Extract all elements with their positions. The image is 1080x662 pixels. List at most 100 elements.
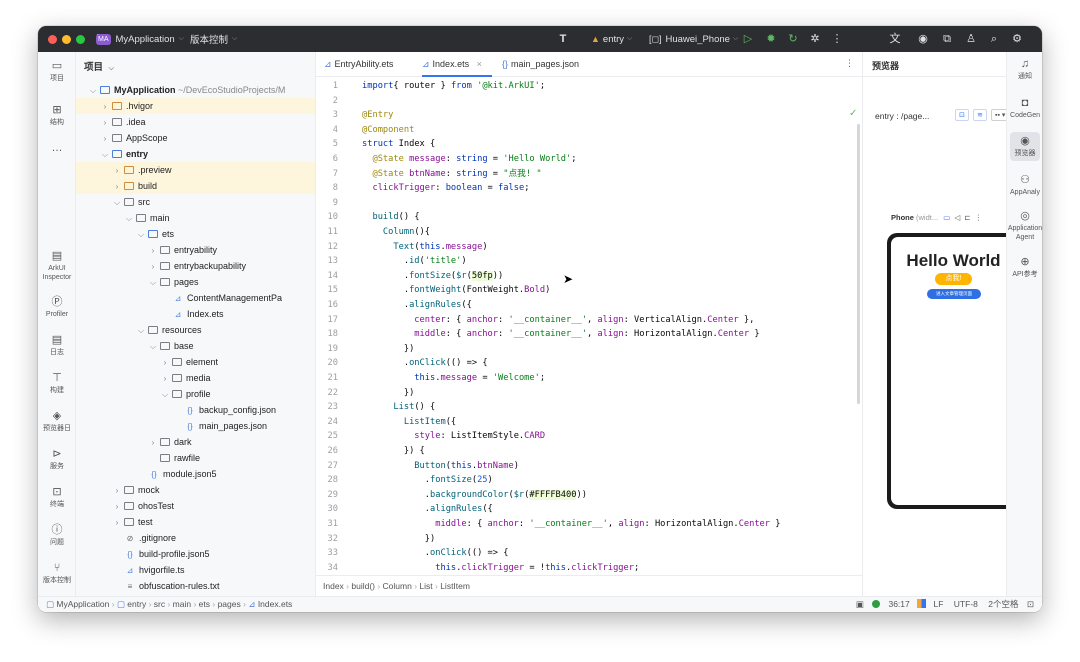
code-line[interactable]: this.clickTrigger = !this.clickTrigger; — [362, 561, 639, 575]
tree-item[interactable]: {} build-profile.json5 — [76, 546, 315, 562]
chevron-right-icon[interactable]: › — [112, 163, 122, 179]
tree-item[interactable]: › build — [76, 178, 315, 194]
tree-item[interactable]: ⊿ hvigorfile.ts — [76, 562, 315, 578]
search-icon[interactable]: ⌕ — [987, 32, 1001, 46]
tree-item[interactable]: › dark — [76, 434, 315, 451]
chevron-right-icon[interactable]: › — [148, 435, 158, 451]
more-icon[interactable]: ⋮ — [975, 213, 983, 222]
tree-item[interactable]: ⌵ resources — [76, 322, 315, 338]
tree-item[interactable]: ⊿ Index.ets — [76, 306, 315, 322]
run-icon[interactable]: ▷ — [741, 32, 755, 46]
code-line[interactable]: .fontSize($r(50fp)) — [362, 269, 503, 284]
file-encoding[interactable]: UTF-8 — [954, 599, 978, 609]
rerun-icon[interactable]: ↻ — [786, 32, 800, 46]
module-selector[interactable]: ▲ entry ⌵ — [591, 26, 632, 52]
code-line[interactable]: @Entry — [362, 108, 393, 123]
tree-item[interactable]: ⊘ .gitignore — [76, 530, 315, 546]
text-cursor-icon[interactable]: T — [556, 32, 570, 46]
code-line[interactable]: Column(){ — [362, 225, 430, 240]
chevron-down-icon[interactable]: ⌵ — [88, 83, 98, 99]
code-line[interactable]: }) — [362, 342, 414, 357]
chevron-right-icon[interactable]: › — [112, 515, 122, 531]
account-icon[interactable]: ♙ — [964, 32, 978, 46]
code-line[interactable]: this.message = 'Welcome'; — [362, 371, 545, 386]
chevron-down-icon[interactable]: ⌵ — [160, 387, 170, 403]
hello-title[interactable]: Hello World — [891, 251, 1016, 271]
screen-icon[interactable]: ▭ — [943, 213, 950, 222]
indent-setting[interactable]: 2个空格 — [988, 599, 1018, 609]
code-line[interactable]: center: { anchor: '__container__', align… — [362, 313, 754, 328]
code-line[interactable]: Button(this.btnName) — [362, 459, 519, 474]
tree-item[interactable]: ⌵ profile — [76, 386, 315, 403]
tool-api-reference[interactable]: ⊕ API参考 — [1007, 256, 1042, 279]
close-tab-icon[interactable]: × — [477, 59, 482, 69]
tree-item[interactable]: › AppScope — [76, 130, 315, 146]
tool-codegen[interactable]: ◘ CodeGen — [1007, 97, 1042, 120]
code-line[interactable]: middle: { anchor: '__container__', align… — [362, 327, 759, 342]
project-switcher[interactable]: MA MyApplication ⌵ — [96, 26, 184, 52]
code-line[interactable]: }) { — [362, 444, 425, 459]
tree-item[interactable]: › .preview — [76, 162, 315, 179]
tool-application-agent[interactable]: ◎ Application Agent — [1007, 210, 1042, 242]
chevron-right-icon[interactable]: › — [112, 483, 122, 499]
path-item[interactable]: src — [154, 599, 165, 609]
breadcrumb-item[interactable]: Column — [383, 581, 412, 591]
vcs-menu[interactable]: 版本控制 ⌵ — [190, 26, 237, 52]
tool-project[interactable]: ▭ 项目 — [38, 60, 76, 83]
tree-item[interactable]: ⌵ base — [76, 338, 315, 355]
tree-item[interactable]: ⌵ entry — [76, 146, 315, 163]
chevron-down-icon[interactable]: ⌵ — [100, 147, 110, 163]
tree-item[interactable]: {} main_pages.json — [76, 418, 315, 434]
chevron-right-icon[interactable]: › — [100, 115, 110, 131]
attach-debugger-icon[interactable]: ✲ — [808, 32, 822, 46]
code-line[interactable]: .onClick(() => { — [362, 546, 509, 561]
code-line[interactable]: }) — [362, 386, 414, 401]
path-item[interactable]: ets — [199, 599, 210, 609]
path-item[interactable]: Index.ets — [258, 599, 293, 609]
inspect-icon[interactable]: ⊡ — [955, 109, 969, 121]
chevron-right-icon[interactable]: › — [148, 259, 158, 275]
code-line[interactable]: Text(this.message) — [362, 240, 487, 255]
tree-item[interactable]: › media — [76, 370, 315, 387]
line-separator[interactable]: LF — [934, 599, 944, 609]
chevron-right-icon[interactable]: › — [160, 371, 170, 387]
tree-item[interactable]: ⊿ ContentManagementPa — [76, 290, 315, 306]
chevron-down-icon[interactable]: ⌵ — [148, 339, 158, 355]
tab-index[interactable]: ⊿ Index.ets × — [422, 52, 492, 77]
tree-item[interactable]: ⌵ MyApplication ~/DevEcoStudioProjects/M — [76, 82, 315, 99]
cursor-position[interactable]: 36:17 — [888, 599, 909, 609]
page-select[interactable]: entry : /page... — [875, 111, 929, 121]
code-line[interactable]: .id('title') — [362, 254, 467, 269]
code-line[interactable]: .alignRules({ — [362, 502, 493, 517]
tool-problems[interactable]: ⓘ 问题 — [38, 524, 76, 547]
tree-item[interactable]: › entryability — [76, 242, 315, 258]
code-line[interactable]: @State message: string = 'Hello World'; — [362, 152, 576, 167]
code-line[interactable]: }) — [362, 532, 435, 547]
memory-indicator-icon[interactable]: ▣ — [856, 599, 864, 609]
minimize-window-button[interactable] — [62, 35, 71, 44]
code-line[interactable]: .backgroundColor($r(#FFFFB400)) — [362, 488, 587, 503]
code-line[interactable]: build() { — [362, 210, 419, 225]
code-line[interactable]: import{ router } from '@kit.ArkUI'; — [362, 79, 545, 94]
tree-item[interactable]: ⌵ main — [76, 210, 315, 226]
breadcrumb-item[interactable]: List — [419, 581, 432, 591]
code-line[interactable]: @Component — [362, 123, 414, 138]
translate-icon[interactable]: 文 — [888, 32, 902, 46]
chevron-down-icon[interactable]: ⌵ — [136, 227, 146, 243]
tool-arkui-inspector[interactable]: ▤ ArkUI Inspector — [38, 250, 76, 282]
tab-entryability[interactable]: ⊿ EntryAbility.ets — [324, 52, 408, 77]
chevron-down-icon[interactable]: ⌵ — [112, 195, 122, 211]
tool-notifications[interactable]: ♫ 通知 — [1007, 58, 1042, 81]
back-icon[interactable]: ◁ — [954, 213, 960, 222]
lock-icon[interactable]: ⊡ — [1027, 599, 1034, 609]
click-me-button[interactable]: 点我! — [935, 273, 972, 285]
tool-services[interactable]: ⊳ 服务 — [38, 448, 76, 471]
path-item[interactable]: entry — [127, 599, 146, 609]
tree-item[interactable]: › element — [76, 354, 315, 370]
tool-more[interactable]: … — [38, 142, 76, 156]
tool-structure[interactable]: ⊞ 结构 — [38, 104, 76, 127]
tool-app-analyzer[interactable]: ⚇ AppAnaly — [1007, 174, 1042, 197]
rotate-icon[interactable]: ⊏ — [964, 213, 970, 222]
settings-gear-icon[interactable]: ⚙ — [1010, 32, 1024, 46]
code-line[interactable]: struct Index { — [362, 137, 435, 152]
